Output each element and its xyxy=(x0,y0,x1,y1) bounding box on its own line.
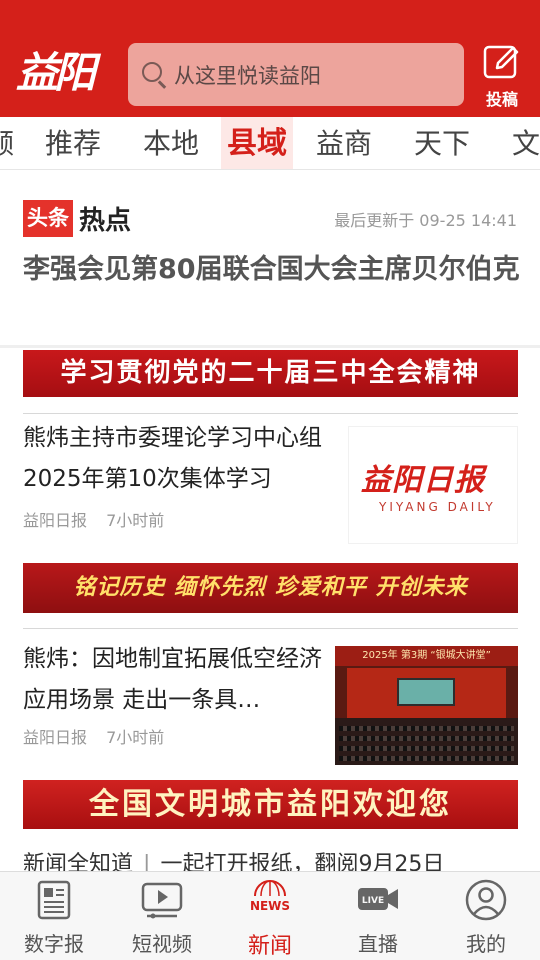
nav-label: 短视频 xyxy=(132,932,192,956)
news-globe-icon: NEWS xyxy=(250,880,290,913)
edit-icon xyxy=(483,45,519,79)
nav-label: 我的 xyxy=(466,932,506,956)
banner-civilized-city[interactable]: 全国文明城市益阳欢迎您 xyxy=(23,780,518,829)
headline-label: 头条 热点 xyxy=(23,200,131,237)
live-icon-text: LIVE xyxy=(362,896,384,906)
nav-label: 新闻 xyxy=(247,934,292,959)
article-title: 熊炜主持市委理论学习中心组2025年第10次集体学习 xyxy=(23,425,322,492)
banner-history[interactable]: 铭记历史 缅怀先烈 珍爱和平 开创未来 xyxy=(23,563,518,613)
headline-section: 头条 热点 最后更新于 09-25 14:41 李强会见第80届联合国大会主席贝… xyxy=(0,171,540,345)
article-thumbnail: 2025年 第3期 “银城大讲堂” xyxy=(335,646,518,765)
headline-badge: 头条 xyxy=(23,200,73,237)
nav-news[interactable]: NEWS 新闻 xyxy=(216,872,324,960)
tab-partial-right[interactable]: 文 xyxy=(512,117,540,169)
submit-article-button[interactable]: 投稿 xyxy=(478,44,526,109)
banner-study[interactable]: 学习贯彻党的二十届三中全会精神 xyxy=(23,350,518,397)
live-camera-icon: LIVE xyxy=(358,888,398,910)
news-icon-text: NEWS xyxy=(250,899,290,913)
app-logo[interactable]: 益阳 xyxy=(16,42,108,104)
section-divider xyxy=(0,345,540,348)
app-header: 益阳 从这里悦读益阳 投稿 xyxy=(0,0,540,117)
tab-county[interactable]: 县域 xyxy=(221,117,293,169)
last-updated: 最后更新于 09-25 14:41 xyxy=(334,211,517,230)
tab-business[interactable]: 益商 xyxy=(316,117,372,169)
nav-live[interactable]: LIVE 直播 xyxy=(324,872,432,960)
tab-recommend[interactable]: 推荐 xyxy=(45,117,101,169)
nav-label: 数字报 xyxy=(24,932,84,956)
search-bar[interactable]: 从这里悦读益阳 xyxy=(128,43,464,106)
search-placeholder: 从这里悦读益阳 xyxy=(174,63,321,88)
article-card[interactable]: 熊炜主持市委理论学习中心组2025年第10次集体学习 益阳日报 7小时前 益阳日… xyxy=(23,418,518,548)
tab-world[interactable]: 天下 xyxy=(414,117,470,169)
search-icon xyxy=(142,61,168,88)
channel-tabs: 频 推荐 本地 县域 益商 天下 文 xyxy=(0,117,540,170)
article-meta: 益阳日报 7小时前 xyxy=(23,724,164,748)
thumb-paper-name: 益阳日报 xyxy=(361,463,485,498)
nav-label: 直播 xyxy=(358,932,398,956)
article-card[interactable]: 熊炜：因地制宜拓展低空经济应用场景 走出一条具… 益阳日报 7小时前 2025年… xyxy=(23,646,518,766)
submit-label: 投稿 xyxy=(485,90,518,109)
thumb-paper-sub: YIYANG DAILY xyxy=(379,500,496,514)
tab-partial-left[interactable]: 频 xyxy=(0,117,14,169)
headline-title[interactable]: 李强会见第80届联合国大会主席贝尔伯克 xyxy=(23,249,523,291)
video-icon xyxy=(141,882,183,919)
divider xyxy=(23,413,518,414)
article-source: 益阳日报 xyxy=(23,511,88,530)
article-time: 7小时前 xyxy=(106,511,165,530)
article-time: 7小时前 xyxy=(106,728,165,747)
article-thumbnail: 益阳日报 YIYANG DAILY xyxy=(348,426,518,544)
divider xyxy=(23,628,518,629)
thumb-audience xyxy=(335,718,518,765)
user-icon xyxy=(465,879,507,921)
article-meta: 益阳日报 7小时前 xyxy=(23,507,164,531)
nav-profile[interactable]: 我的 xyxy=(432,872,540,960)
headline-hot: 热点 xyxy=(79,206,132,236)
nav-digital-paper[interactable]: 数字报 xyxy=(0,872,108,960)
thumb-caption: 2025年 第3期 “银城大讲堂” xyxy=(335,646,518,666)
thumb-screen xyxy=(397,678,455,706)
tab-local[interactable]: 本地 xyxy=(143,117,199,169)
newspaper-icon xyxy=(37,880,71,920)
article-title: 熊炜：因地制宜拓展低空经济应用场景 走出一条具… xyxy=(23,646,322,713)
bottom-nav: 数字报 短视频 NEWS 新闻 LIVE 直播 我的 xyxy=(0,871,540,960)
nav-short-video[interactable]: 短视频 xyxy=(108,872,216,960)
article-source: 益阳日报 xyxy=(23,728,88,747)
